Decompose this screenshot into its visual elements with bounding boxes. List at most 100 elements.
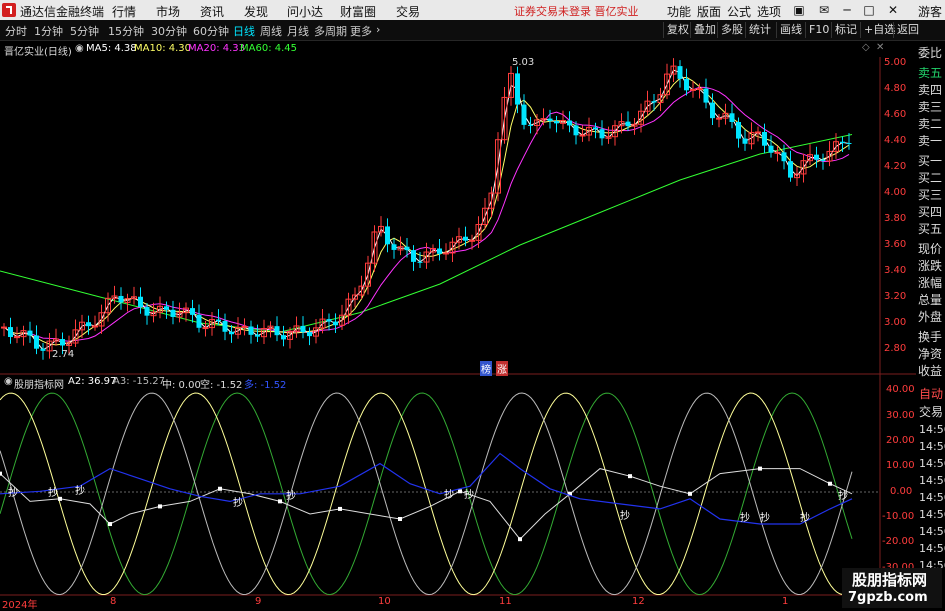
quote-buy1[interactable]: 买一 xyxy=(918,153,942,170)
quote-buy3[interactable]: 买三 xyxy=(918,187,942,204)
login-notice[interactable]: 证券交易未登录 晋亿实业 xyxy=(514,3,639,19)
guest-label[interactable]: 游客 xyxy=(918,3,942,20)
period-more[interactable]: 更多 xyxy=(350,23,372,39)
buy-signal-marker: 抄 xyxy=(740,513,750,524)
price-tick: 4.40 xyxy=(884,135,907,146)
candle-body xyxy=(710,102,715,119)
candle-body xyxy=(820,159,826,161)
quote-sell4[interactable]: 卖四 xyxy=(918,82,942,99)
menu-xuanxiang[interactable]: 选项 xyxy=(757,3,781,20)
candle-body xyxy=(651,101,657,103)
candle-body xyxy=(579,134,586,137)
tick-time: 14:56 xyxy=(919,508,945,521)
minimize-icon[interactable]: ─ xyxy=(838,1,856,19)
rank-tag[interactable]: 榜 xyxy=(480,361,492,376)
tick-time: 14:56 xyxy=(919,440,945,453)
period-fenshi[interactable]: 分时 xyxy=(5,23,27,39)
candle-body xyxy=(164,306,169,310)
skin-icon[interactable]: ▣ xyxy=(790,1,808,19)
period-30min[interactable]: 30分钟 xyxy=(151,23,187,39)
buy-signal-marker: 抄 xyxy=(800,513,810,524)
huaxian-button[interactable]: 画线 xyxy=(776,22,805,38)
indicator-name[interactable]: 股朋指标网 xyxy=(14,376,64,391)
candle-body xyxy=(241,325,248,328)
diejia-button[interactable]: 叠加 xyxy=(690,22,719,38)
chevron-down-icon[interactable]: › xyxy=(376,23,380,36)
x-tick: 11 xyxy=(499,596,512,607)
period-60min[interactable]: 60分钟 xyxy=(193,23,229,39)
candle-body xyxy=(677,66,683,79)
quote-buy2[interactable]: 买二 xyxy=(918,170,942,187)
osc-white-dot xyxy=(218,486,222,491)
period-day[interactable]: 日线 xyxy=(233,23,255,39)
menu-shichang[interactable]: 市场 xyxy=(156,3,180,20)
menu-caifuquan[interactable]: 财富圈 xyxy=(340,3,376,20)
period-multi[interactable]: 多周期 xyxy=(314,23,347,39)
quote-pct[interactable]: 涨幅 xyxy=(918,275,942,292)
menu-zixun[interactable]: 资讯 xyxy=(200,3,224,20)
period-5min[interactable]: 5分钟 xyxy=(70,23,99,39)
candle-body xyxy=(118,295,124,303)
trade-tab[interactable]: 交易 xyxy=(919,403,943,420)
settings-icon[interactable]: ◉ xyxy=(4,376,13,387)
candle-body xyxy=(788,161,793,178)
candle-body xyxy=(1,326,7,329)
menu-gongshi[interactable]: 公式 xyxy=(727,3,751,20)
quote-netasset[interactable]: 净资 xyxy=(918,346,942,363)
x-tick: 9 xyxy=(255,596,262,607)
quote-price[interactable]: 现价 xyxy=(918,241,942,258)
quote-sell2[interactable]: 卖二 xyxy=(918,116,942,133)
buy-signal-marker: 抄 xyxy=(75,486,85,497)
tongji-button[interactable]: 统计 xyxy=(745,22,774,38)
candle-body xyxy=(781,152,787,162)
maximize-icon[interactable]: □ xyxy=(860,1,878,19)
period-15min[interactable]: 15分钟 xyxy=(108,23,144,39)
quote-turnover[interactable]: 换手 xyxy=(918,329,942,346)
biaoji-button[interactable]: 标记 xyxy=(831,22,860,38)
ma20-path xyxy=(3,86,850,342)
osc-tick: 30.00 xyxy=(886,410,915,421)
period-week[interactable]: 周线 xyxy=(260,23,282,39)
osc-tick: 10.00 xyxy=(886,460,915,471)
quote-buy5[interactable]: 买五 xyxy=(918,221,942,238)
auto-tab[interactable]: 自动 xyxy=(919,385,943,402)
quote-buy4[interactable]: 买四 xyxy=(918,204,942,221)
message-icon[interactable]: ✉ xyxy=(815,1,833,19)
period-1min[interactable]: 1分钟 xyxy=(34,23,63,39)
kline-chart[interactable] xyxy=(0,41,916,596)
period-month[interactable]: 月线 xyxy=(287,23,309,39)
candle-body xyxy=(307,332,312,337)
quote-change[interactable]: 涨跌 xyxy=(918,258,942,275)
close-icon[interactable]: ✕ xyxy=(884,1,902,19)
price-tick: 5.00 xyxy=(884,57,907,68)
quote-sell5[interactable]: 卖五 xyxy=(918,65,942,82)
back-button[interactable]: 返回 xyxy=(893,22,922,38)
menu-faxian[interactable]: 发现 xyxy=(244,3,268,20)
candle-body xyxy=(229,331,234,335)
quote-weibi[interactable]: 委比 xyxy=(918,45,942,62)
quote-earnings[interactable]: 收益 xyxy=(918,363,942,380)
tick-time: 14:56 xyxy=(919,457,945,470)
menu-banmian[interactable]: 版面 xyxy=(697,3,721,20)
menu-gongneng[interactable]: 功能 xyxy=(667,3,691,20)
osc-white-dot xyxy=(458,489,462,494)
menu-hangqing[interactable]: 行情 xyxy=(112,3,136,20)
fuquan-button[interactable]: 复权 xyxy=(663,22,692,38)
menu-wenxiaoda[interactable]: 问小达 xyxy=(287,3,323,20)
quote-sell1[interactable]: 卖一 xyxy=(918,133,942,150)
candle-body xyxy=(8,327,13,338)
f10-button[interactable]: F10 xyxy=(805,22,832,38)
menu-jiaoyi[interactable]: 交易 xyxy=(396,3,420,20)
candle-body xyxy=(14,336,20,339)
buy-signal-marker: 抄 xyxy=(444,490,454,501)
rise-tag[interactable]: 涨 xyxy=(496,361,508,376)
quote-outer[interactable]: 外盘 xyxy=(918,309,942,326)
quote-sell3[interactable]: 卖三 xyxy=(918,99,942,116)
candlesticks xyxy=(1,58,852,360)
x-tick: 8 xyxy=(110,596,117,607)
tick-time: 14:56 xyxy=(919,542,945,555)
quote-volume[interactable]: 总量 xyxy=(918,292,942,309)
candle-body xyxy=(573,125,579,136)
candle-body xyxy=(599,129,605,139)
duogu-button[interactable]: 多股 xyxy=(717,22,746,38)
